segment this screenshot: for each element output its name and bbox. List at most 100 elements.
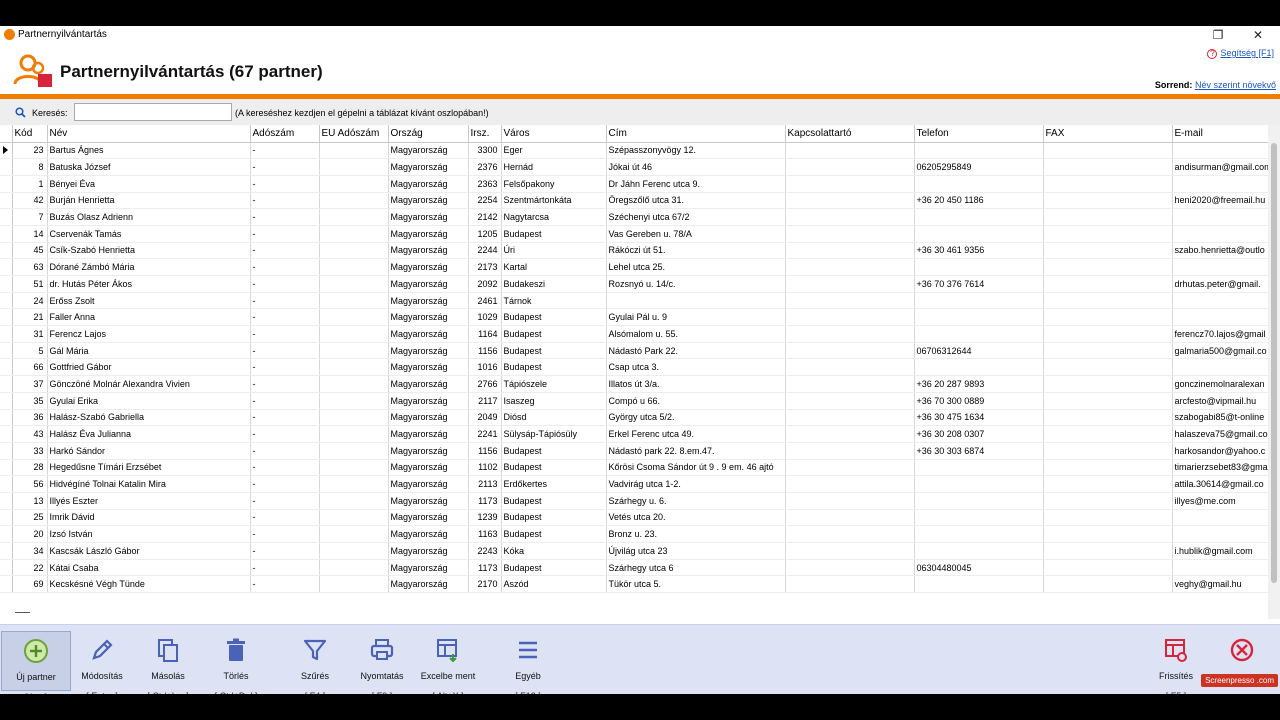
table-cell[interactable] — [1043, 542, 1173, 560]
table-cell[interactable]: Kóka — [501, 542, 607, 560]
sort-link[interactable]: Név szerint növekvő — [1195, 80, 1276, 90]
table-cell[interactable]: veghy@gmail.hu — [1172, 575, 1273, 594]
table-row[interactable]: 37 Gönczöné Molnár Alexandra Vivien - Magya… — [0, 375, 1273, 393]
table-cell[interactable]: Budapest — [501, 442, 607, 460]
table-cell[interactable] — [785, 258, 915, 276]
table-cell[interactable] — [785, 142, 915, 160]
table-cell[interactable] — [606, 292, 786, 310]
table-cell[interactable]: 1173 — [468, 559, 502, 577]
table-cell[interactable] — [914, 509, 1044, 527]
table-row[interactable]: 23 Bartus Ágnes - Magyarország 3300 Eger Szépa… — [0, 142, 1273, 160]
table-cell[interactable]: Erkel Ferenc utca 49. — [606, 425, 786, 443]
table-cell[interactable] — [1043, 492, 1173, 510]
table-cell[interactable]: 1164 — [468, 325, 502, 343]
table-cell[interactable]: Budapest — [501, 509, 607, 527]
table-cell[interactable] — [785, 575, 915, 594]
edit-button[interactable]: Módosítás[ Enter ] — [67, 631, 137, 701]
table-cell[interactable]: Cservenák Tamás — [47, 225, 251, 243]
table-cell[interactable]: - — [250, 275, 320, 293]
table-cell[interactable]: Úri — [501, 242, 607, 260]
table-cell[interactable]: 2092 — [468, 275, 502, 293]
table-cell[interactable]: - — [250, 158, 320, 176]
table-row[interactable]: 34 Kascsák László Gábor - Magyarország 2243 K… — [0, 542, 1273, 560]
table-cell[interactable]: - — [250, 375, 320, 393]
table-cell[interactable]: 66 — [12, 358, 48, 377]
table-row[interactable]: 1 Bényei Éva - Magyarország 2363 Felsőpakony D… — [0, 175, 1273, 193]
table-row[interactable]: 20 Izsó István - Magyarország 1163 Budapest Br… — [0, 525, 1273, 543]
table-cell[interactable]: Magyarország — [388, 275, 469, 293]
table-cell[interactable]: György utca 5/2. — [606, 409, 786, 427]
table-row[interactable]: 8 Batuska József - Magyarország 2376 Hernád Jó… — [0, 158, 1273, 176]
table-cell[interactable]: - — [250, 242, 320, 260]
table-cell[interactable] — [319, 542, 389, 560]
table-cell[interactable]: 2244 — [468, 242, 502, 260]
table-cell[interactable]: 24 — [12, 292, 48, 310]
table-cell[interactable]: Budapest — [501, 225, 607, 243]
export-excel-button[interactable]: Excelbe ment[ Alt+X ] — [413, 631, 483, 701]
table-cell[interactable] — [1043, 442, 1173, 460]
table-row[interactable]: 35 Gyulai Erika - Magyarország 2117 Isaszeg Co… — [0, 392, 1273, 410]
table-cell[interactable]: Nádastó Park 22. — [606, 342, 786, 360]
table-cell[interactable]: Gál Mária — [47, 342, 251, 360]
table-row[interactable]: 14 Cservenák Tamás - Magyarország 1205 Budape… — [0, 225, 1273, 243]
table-cell[interactable]: Magyarország — [388, 392, 469, 410]
table-cell[interactable] — [785, 542, 915, 560]
table-cell[interactable] — [1043, 475, 1173, 493]
table-cell[interactable]: 2363 — [468, 175, 502, 193]
table-cell[interactable]: 06304480045 — [914, 559, 1044, 577]
table-cell[interactable] — [914, 325, 1044, 343]
table-cell[interactable]: Tükör utca 5. — [606, 575, 786, 594]
table-cell[interactable]: +36 30 475 1634 — [914, 409, 1044, 427]
new-partner-button[interactable]: Új partner[ Ins ] — [1, 631, 71, 702]
table-cell[interactable]: - — [250, 308, 320, 327]
table-cell[interactable] — [785, 559, 915, 577]
table-cell[interactable]: 1156 — [468, 342, 502, 360]
table-cell[interactable]: andisurman@gmail.com — [1172, 158, 1273, 176]
table-cell[interactable] — [1043, 325, 1173, 343]
table-cell[interactable]: Tárnok — [501, 292, 607, 310]
table-row[interactable]: 28 Hegedűsne Tímári Erzsébet - Magyarország… — [0, 459, 1273, 477]
table-cell[interactable]: 06205295849 — [914, 158, 1044, 176]
table-row[interactable]: 43 Halász Éva Julianna - Magyarország 2241 Sü… — [0, 425, 1273, 443]
table-cell[interactable] — [319, 275, 389, 293]
table-cell[interactable]: drhutas.peter@gmail. — [1172, 275, 1273, 293]
table-cell[interactable]: 31 — [12, 325, 48, 343]
table-cell[interactable]: Halász Éva Julianna — [47, 425, 251, 443]
table-cell[interactable] — [319, 158, 389, 176]
table-cell[interactable]: Sülysáp-Tápiósüly — [501, 425, 607, 443]
table-cell[interactable]: Compó u 66. — [606, 392, 786, 410]
table-cell[interactable]: 2766 — [468, 375, 502, 393]
table-cell[interactable]: Budapest — [501, 525, 607, 543]
table-row[interactable]: 33 Harkó Sándor - Magyarország 1156 Budapest N… — [0, 442, 1273, 460]
table-cell[interactable]: attila.30614@gmail.co — [1172, 475, 1273, 493]
table-cell[interactable]: Csap utca 3. — [606, 358, 786, 377]
table-cell[interactable] — [914, 542, 1044, 560]
table-cell[interactable]: Öregszőlő utca 31. — [606, 192, 786, 210]
table-cell[interactable] — [1172, 509, 1273, 527]
table-cell[interactable]: Budakeszi — [501, 275, 607, 293]
column-header[interactable]: FAX — [1043, 125, 1173, 143]
table-cell[interactable] — [319, 292, 389, 310]
table-cell[interactable]: - — [250, 192, 320, 210]
table-cell[interactable]: - — [250, 525, 320, 543]
table-cell[interactable] — [1172, 142, 1273, 160]
table-cell[interactable]: Magyarország — [388, 225, 469, 243]
table-cell[interactable]: Budapest — [501, 342, 607, 360]
table-cell[interactable] — [1172, 525, 1273, 543]
table-cell[interactable]: - — [250, 492, 320, 510]
table-cell[interactable]: Magyarország — [388, 242, 469, 260]
table-cell[interactable] — [319, 325, 389, 343]
table-cell[interactable] — [914, 459, 1044, 477]
table-cell[interactable]: Hidvégíné Tolnai Katalin Mira — [47, 475, 251, 493]
table-cell[interactable]: +36 70 300 0889 — [914, 392, 1044, 410]
table-cell[interactable]: Burján Henrietta — [47, 192, 251, 210]
table-cell[interactable]: Imrik Dávid — [47, 509, 251, 527]
table-cell[interactable]: Rozsnyó u. 14/c. — [606, 275, 786, 293]
table-cell[interactable] — [785, 509, 915, 527]
table-cell[interactable] — [1172, 559, 1273, 577]
table-cell[interactable] — [914, 175, 1044, 193]
table-cell[interactable]: Szentmártonkáta — [501, 192, 607, 210]
table-cell[interactable]: Dr Jáhn Ferenc utca 9. — [606, 175, 786, 193]
table-cell[interactable]: 1029 — [468, 308, 502, 327]
table-cell[interactable] — [1172, 292, 1273, 310]
